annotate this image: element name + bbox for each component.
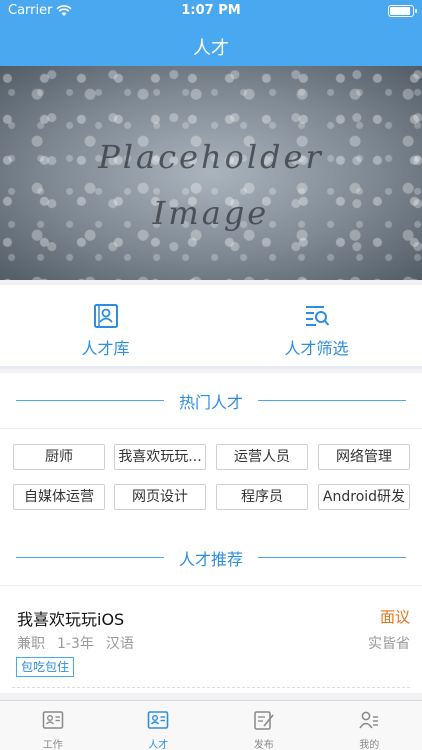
- profile-list-icon: [359, 711, 379, 729]
- job-type: 兼职: [17, 636, 45, 652]
- tab-mine-label: 我的: [359, 740, 380, 750]
- banner-placeholder-line2: Image: [152, 194, 270, 232]
- tab-mine[interactable]: 我的: [317, 701, 422, 750]
- hot-talent-title: 热门人才: [178, 393, 243, 412]
- talent-filter-entry[interactable]: 人才筛选: [211, 285, 422, 369]
- hot-tags-grid: 厨师 我喜欢玩玩... 运营人员 网络管理 自媒体运营 网页设计 程序员 And…: [0, 428, 422, 530]
- recommend-header: 人才推荐: [0, 530, 422, 585]
- tag-android[interactable]: Android研发: [318, 484, 410, 510]
- status-time: 1:07 PM: [181, 3, 241, 18]
- tab-publish-label: 发布: [253, 740, 274, 750]
- talent-card[interactable]: 我喜欢玩玩iOS 面议 兼职 1-3年 汉语 实皆省 包吃包住: [0, 585, 422, 693]
- hot-talent-header: 热门人才: [0, 373, 422, 428]
- tab-talent-label: 人才: [148, 740, 169, 750]
- card-divider: [12, 687, 410, 688]
- tag-network[interactable]: 网络管理: [318, 444, 410, 470]
- tab-publish[interactable]: 发布: [211, 701, 317, 750]
- salary-label: 面议: [379, 608, 410, 626]
- status-bar: Carrier 1:07 PM: [0, 0, 422, 22]
- tag-operations[interactable]: 运营人员: [216, 444, 308, 470]
- filter-search-icon: [305, 306, 329, 326]
- edit-note-icon: [254, 711, 274, 730]
- contact-card-icon: [93, 304, 118, 328]
- top-bar: Carrier 1:07 PM 人才: [0, 0, 422, 66]
- banner-image[interactable]: Placeholder Image: [0, 66, 422, 280]
- divider-right: [258, 557, 406, 558]
- divider-right: [258, 400, 406, 401]
- id-card-icon: [42, 711, 63, 729]
- tab-work[interactable]: 工作: [0, 701, 106, 750]
- talent-pool-entry[interactable]: 人才库: [0, 285, 211, 369]
- talent-name: 我喜欢玩玩iOS: [17, 610, 125, 629]
- page-title: 人才: [193, 38, 229, 59]
- screen: Carrier 1:07 PM 人才 Placeholder Image 人才库…: [0, 0, 422, 750]
- talent-pool-label: 人才库: [81, 339, 130, 358]
- tag-programmer[interactable]: 程序员: [216, 484, 308, 510]
- entry-row: 人才库 人才筛选: [0, 285, 422, 369]
- tag-media[interactable]: 自媒体运营: [13, 484, 105, 510]
- banner-placeholder-line1: Placeholder: [98, 138, 324, 176]
- tag-ios[interactable]: 我喜欢玩玩...: [114, 444, 206, 470]
- talent-card-icon: [147, 711, 169, 729]
- tag-chef[interactable]: 厨师: [13, 444, 105, 470]
- experience: 1-3年: [57, 636, 94, 652]
- talent-meta: 兼职 1-3年 汉语: [17, 633, 134, 653]
- talent-filter-label: 人才筛选: [284, 339, 349, 358]
- recommend-title: 人才推荐: [178, 550, 243, 569]
- tab-talent[interactable]: 人才: [106, 701, 212, 750]
- perk-badge: 包吃包住: [16, 657, 75, 677]
- battery-icon: [388, 5, 417, 17]
- language: 汉语: [105, 636, 134, 652]
- tab-bar: 工作 人才 发布 我的: [0, 700, 422, 750]
- tab-work-label: 工作: [42, 740, 63, 750]
- location: 实皆省: [368, 636, 410, 652]
- tag-web-design[interactable]: 网页设计: [114, 484, 206, 510]
